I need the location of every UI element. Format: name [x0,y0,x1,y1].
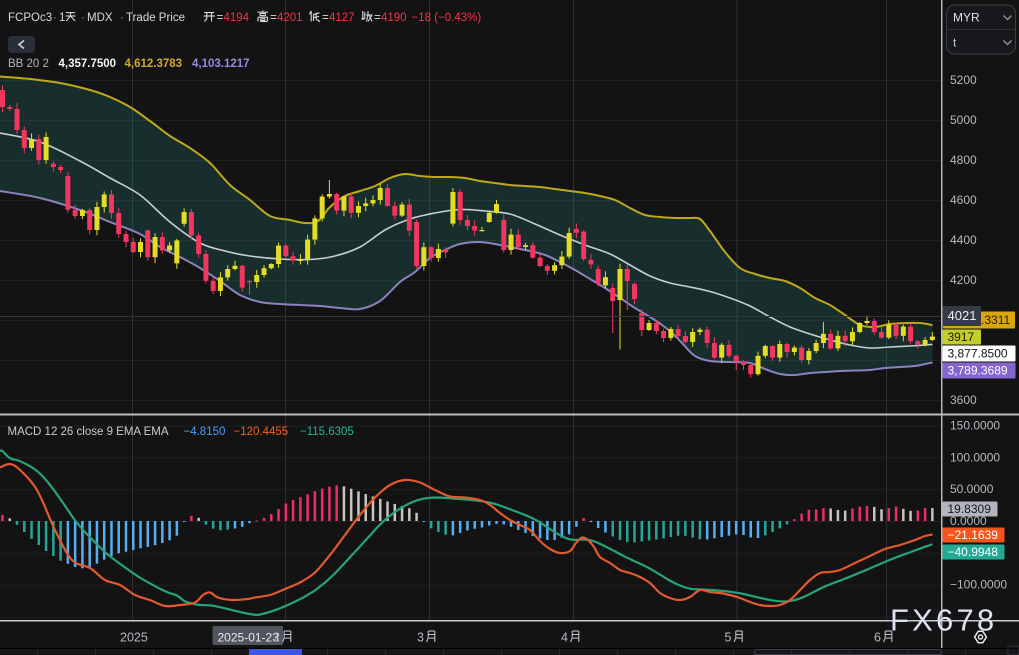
svg-text:FCPOc3: FCPOc3 [8,12,52,24]
svg-text:−18 (−0.43%): −18 (−0.43%) [412,12,482,24]
svg-text:1: 1 [59,12,65,24]
svg-text:4,612.3783: 4,612.3783 [125,58,183,70]
svg-text:5: 5 [725,631,732,645]
svg-text:−120.4455: −120.4455 [234,426,289,438]
svg-text:−21.1639: −21.1639 [948,528,999,542]
svg-text:150.0000: 150.0000 [950,419,1000,433]
svg-text:4600: 4600 [950,193,977,207]
svg-text:5200: 5200 [950,73,977,87]
svg-text:4800: 4800 [950,153,977,167]
svg-text:4127: 4127 [329,12,355,24]
svg-text:=: = [270,12,277,24]
svg-text:4200: 4200 [950,273,977,287]
svg-text:MYR: MYR [953,11,980,25]
svg-text:4: 4 [561,631,568,645]
svg-text:3600: 3600 [950,393,977,407]
svg-text:Trade Price: Trade Price [126,12,185,24]
svg-text:−40.9948: −40.9948 [948,545,999,559]
svg-text:−100.0000: −100.0000 [950,578,1007,592]
svg-text:4201: 4201 [277,12,303,24]
svg-text:·: · [81,12,85,24]
svg-text:=: = [217,12,224,24]
svg-text:2025-01-23: 2025-01-23 [218,631,280,645]
svg-text:6: 6 [874,631,881,645]
svg-text:=: = [374,12,381,24]
svg-text:4,357.7500: 4,357.7500 [59,58,117,70]
svg-text:4194: 4194 [224,12,250,24]
svg-text:MACD 12 26 close 9 EMA EMA: MACD 12 26 close 9 EMA EMA [8,426,169,438]
svg-text:3,789.3689: 3,789.3689 [948,364,1008,378]
svg-text:2025: 2025 [120,631,148,645]
svg-text:19.8309: 19.8309 [948,502,992,516]
svg-text:100.0000: 100.0000 [950,450,1000,464]
svg-text:2: 2 [273,631,280,645]
svg-text:MDX: MDX [87,12,113,24]
svg-text:−115.6305: −115.6305 [300,426,354,438]
svg-text:4021: 4021 [948,308,977,323]
svg-text:·: · [120,12,124,24]
svg-text:−4.8150: −4.8150 [184,426,226,438]
svg-text:50.0000: 50.0000 [950,482,994,496]
svg-text:5000: 5000 [950,113,977,127]
svg-text:3: 3 [417,631,424,645]
svg-text:4,103.1217: 4,103.1217 [192,58,250,70]
svg-text:3,877.8500: 3,877.8500 [948,347,1008,361]
svg-text:4400: 4400 [950,233,977,247]
svg-text:3917: 3917 [948,330,975,344]
svg-text:FX678: FX678 [890,603,997,638]
svg-text:4190: 4190 [381,12,407,24]
svg-text:=: = [322,12,329,24]
svg-text:BB 20 2: BB 20 2 [8,58,49,70]
svg-text:·: · [53,12,57,24]
